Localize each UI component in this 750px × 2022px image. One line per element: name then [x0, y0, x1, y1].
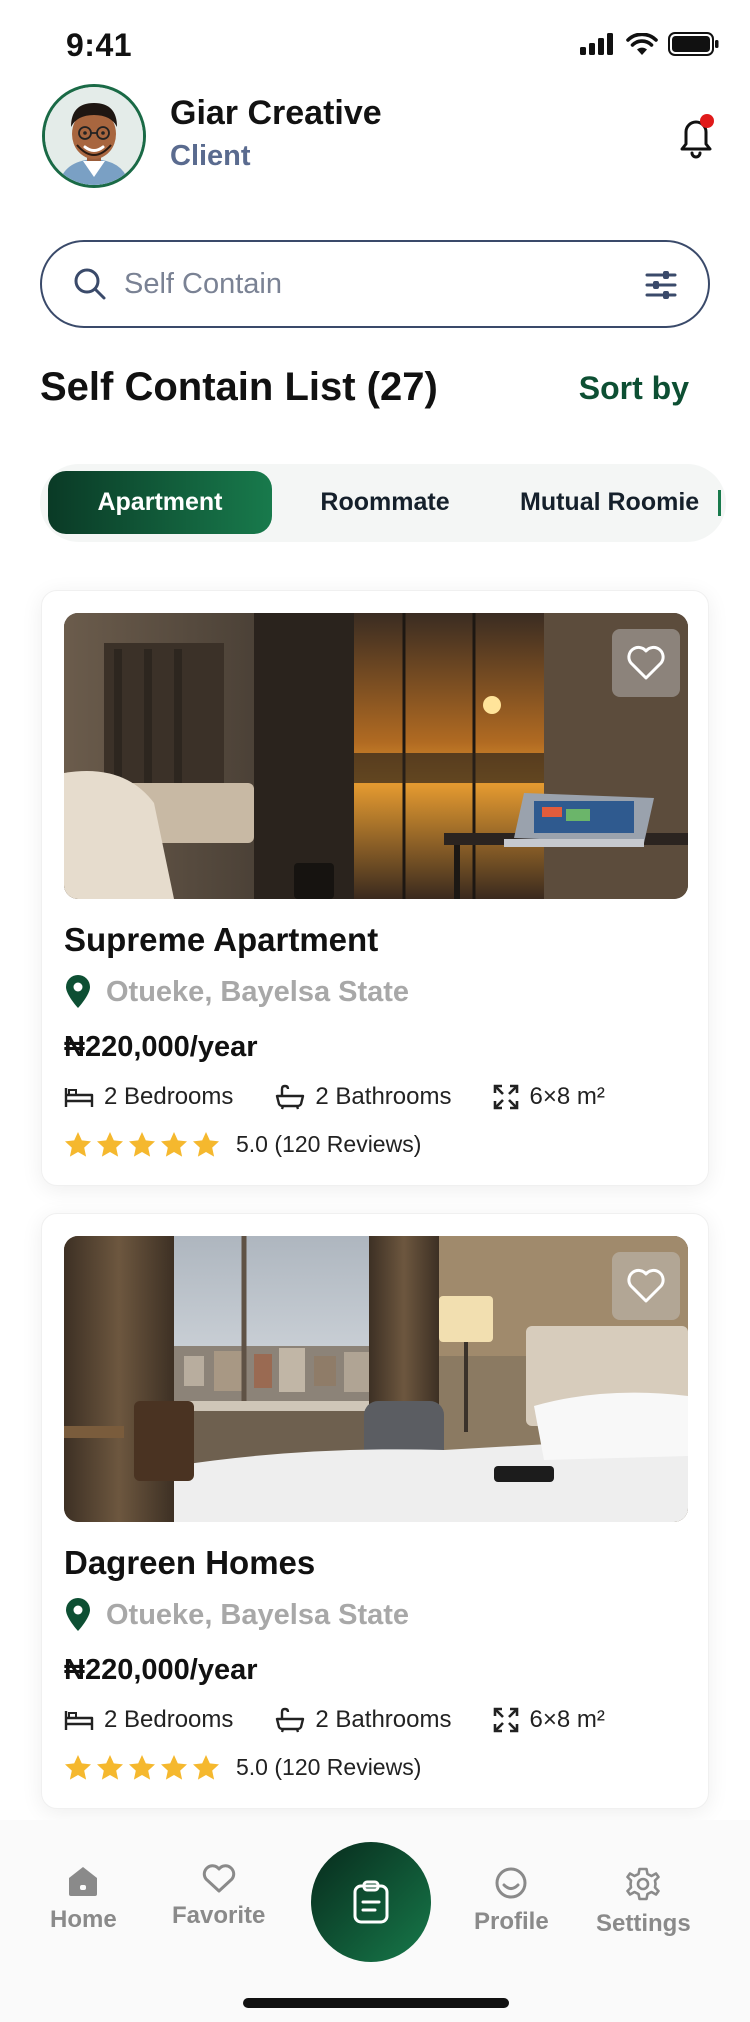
home-indicator	[243, 1998, 509, 2008]
star-icon	[193, 1132, 219, 1157]
bed-icon	[64, 1088, 94, 1107]
battery-icon	[668, 32, 719, 56]
listing-title[interactable]: Dagreen Homes	[64, 1544, 315, 1582]
listing-rating: 5.0 (120 Reviews)	[64, 1754, 421, 1781]
tab-apartment[interactable]: Apartment	[48, 471, 272, 534]
tabs-scroll-indicator	[718, 490, 721, 516]
listing-price: ₦220,000/year	[64, 1654, 258, 1686]
bedrooms-feature: 2 Bedrooms	[64, 1706, 233, 1734]
nav-profile-label: Profile	[474, 1908, 549, 1935]
bathtub-icon	[276, 1084, 305, 1110]
listing-card[interactable]: Dagreen Homes Otueke, Bayelsa State ₦220…	[41, 1213, 709, 1809]
rating-text: 5.0 (120 Reviews)	[236, 1754, 422, 1780]
favorite-button[interactable]	[612, 1252, 680, 1320]
favorite-button[interactable]	[612, 629, 680, 697]
nav-favorite[interactable]: Favorite	[172, 1864, 265, 1930]
page-title: Self Contain List (27)	[40, 365, 438, 409]
signal-icon	[580, 33, 613, 55]
star-icon	[161, 1755, 187, 1780]
expand-icon	[494, 1707, 519, 1733]
heart-icon	[202, 1864, 235, 1893]
area-feature: 6×8 m²	[493, 1083, 605, 1111]
gear-icon	[626, 1867, 661, 1901]
area-feature: 6×8 m²	[493, 1706, 605, 1734]
location-text: Otueke, Bayelsa State	[106, 1598, 410, 1631]
rating-text: 5.0 (120 Reviews)	[236, 1131, 422, 1157]
expand-icon	[494, 1084, 519, 1110]
location-pin-icon	[66, 975, 90, 1008]
listing-price: ₦220,000/year	[64, 1031, 258, 1063]
bathtub-icon	[276, 1707, 305, 1733]
profile-header: Giar Creative Client	[42, 84, 722, 188]
bell-icon	[680, 114, 714, 159]
bedrooms-label: 2 Bedrooms	[104, 1706, 234, 1733]
star-icon	[193, 1755, 219, 1780]
listing-image	[64, 1236, 688, 1522]
notification-button[interactable]	[670, 110, 722, 162]
status-time: 9:41	[66, 27, 133, 63]
status-icons	[580, 32, 720, 56]
listing-rating: 5.0 (120 Reviews)	[64, 1131, 421, 1158]
star-icon	[65, 1132, 91, 1157]
star-icon	[129, 1755, 155, 1780]
status-bar: 9:41	[0, 0, 750, 90]
category-tabs: Apartment Roommate Mutual Roomie	[40, 464, 726, 542]
tab-mutual-roomie[interactable]: Mutual Roomie	[500, 471, 726, 534]
listing-image	[64, 613, 688, 899]
star-icon	[97, 1132, 123, 1157]
nav-settings-label: Settings	[596, 1910, 691, 1937]
avatar[interactable]	[42, 84, 146, 188]
home-icon	[69, 1867, 98, 1896]
sort-by-button[interactable]: Sort by	[579, 370, 689, 407]
user-name: Giar Creative	[170, 94, 382, 132]
area-label: 6×8 m²	[529, 1083, 605, 1110]
bathrooms-label: 2 Bathrooms	[315, 1706, 452, 1733]
bed-icon	[64, 1711, 94, 1730]
heart-icon	[627, 645, 665, 680]
listings-fab-button[interactable]	[311, 1842, 431, 1962]
heart-icon	[627, 1268, 665, 1303]
listing-card[interactable]: Supreme Apartment Otueke, Bayelsa State …	[41, 590, 709, 1186]
search-input[interactable]	[124, 242, 584, 326]
bedrooms-label: 2 Bedrooms	[104, 1083, 234, 1110]
location-text: Otueke, Bayelsa State	[106, 975, 410, 1008]
search-icon	[74, 268, 106, 300]
area-label: 6×8 m²	[529, 1706, 605, 1733]
listing-location: Otueke, Bayelsa State	[64, 975, 409, 1009]
star-icon	[161, 1132, 187, 1157]
smile-icon	[495, 1867, 527, 1899]
search-bar[interactable]	[40, 240, 710, 328]
clipboard-icon	[353, 1880, 389, 1924]
tab-roommate[interactable]: Roommate	[280, 471, 490, 534]
bedrooms-feature: 2 Bedrooms	[64, 1083, 233, 1111]
star-icon	[65, 1755, 91, 1780]
listing-features: 2 Bedrooms 2 Bathrooms 6×8 m²	[64, 1706, 605, 1734]
star-icon	[129, 1132, 155, 1157]
location-pin-icon	[66, 1598, 90, 1631]
sliders-icon[interactable]	[644, 268, 678, 302]
listing-title[interactable]: Supreme Apartment	[64, 921, 378, 959]
wifi-icon	[626, 32, 658, 55]
bottom-nav: Home Favorite Profile Settings	[0, 1820, 750, 2022]
bathrooms-feature: 2 Bathrooms	[275, 1706, 451, 1734]
nav-favorite-label: Favorite	[172, 1902, 266, 1929]
star-icon	[97, 1755, 123, 1780]
bathrooms-feature: 2 Bathrooms	[275, 1083, 451, 1111]
user-role: Client	[170, 140, 251, 172]
listing-location: Otueke, Bayelsa State	[64, 1598, 409, 1632]
listing-features: 2 Bedrooms 2 Bathrooms 6×8 m²	[64, 1083, 605, 1111]
nav-home-label: Home	[50, 1906, 117, 1933]
nav-home[interactable]: Home	[50, 1864, 117, 1934]
nav-profile[interactable]: Profile	[474, 1866, 549, 1936]
bathrooms-label: 2 Bathrooms	[315, 1083, 452, 1110]
nav-settings[interactable]: Settings	[596, 1866, 691, 1938]
